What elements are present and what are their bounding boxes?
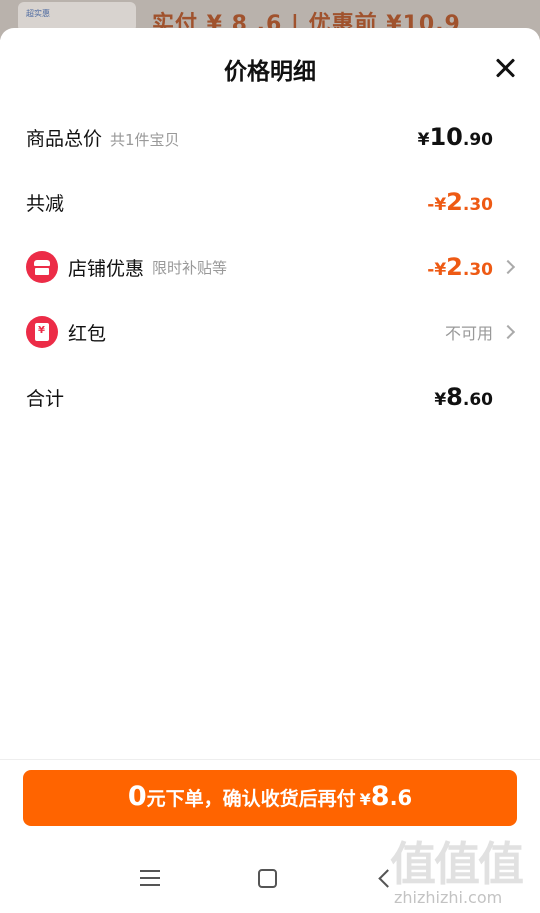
red-packet-label: 红包 — [68, 322, 107, 345]
order-button-zero: 0 — [127, 781, 147, 812]
order-button-yen: ¥ — [359, 790, 371, 809]
total-price-yen: ¥ — [417, 130, 430, 150]
total-price-int: 10 — [429, 123, 463, 151]
total-price: ¥10.90 — [418, 123, 493, 151]
sum-price-dec: .60 — [462, 390, 493, 410]
shop-promo-int: 2 — [446, 253, 463, 281]
footer-divider — [0, 759, 540, 760]
total-label: 商品总价 — [26, 127, 103, 150]
sum-price-int: 8 — [446, 383, 463, 411]
red-packet-label-group: 红包 — [26, 316, 106, 348]
shop-icon — [26, 251, 58, 283]
shop-promo-sub: 限时补贴等 — [152, 258, 228, 277]
red-packet-icon — [26, 316, 58, 348]
chevron-right-icon[interactable] — [500, 324, 516, 340]
discount-label: 共减 — [26, 192, 65, 215]
shop-promo-prefix: -¥ — [427, 260, 447, 280]
red-packet-status: 不可用 — [444, 324, 493, 343]
sum-label: 合计 — [26, 387, 65, 410]
discount-price-dec: .30 — [462, 195, 493, 215]
thumbnail-text: 超实惠 — [26, 9, 50, 18]
shop-promo-dec: .30 — [462, 260, 493, 280]
sum-price: ¥8.60 — [434, 383, 493, 411]
total-count: 共1件宝贝 — [110, 130, 180, 149]
sum-price-yen: ¥ — [434, 390, 447, 410]
close-icon[interactable] — [492, 56, 518, 82]
discount-price-prefix: -¥ — [427, 195, 447, 215]
row-shop-promo[interactable]: 店铺优惠 限时补贴等 -¥ 2.30 — [0, 247, 540, 287]
shop-promo-label-group: 店铺优惠 限时补贴等 — [26, 251, 227, 283]
back-icon[interactable] — [378, 869, 397, 888]
system-nav-bar — [0, 858, 540, 913]
discount-price: -¥ 2.30 — [427, 188, 493, 216]
price-detail-sheet: 价格明细 商品总价 共1件宝贝 ¥10.90 共减 -¥ 2.30 店铺优惠 限时补… — [0, 28, 540, 913]
total-label-group: 商品总价 共1件宝贝 — [26, 124, 180, 151]
discount-price-int: 2 — [446, 188, 463, 216]
chevron-right-icon[interactable] — [500, 259, 516, 275]
shop-promo-label: 店铺优惠 — [68, 257, 145, 280]
row-sum: 合计 ¥8.60 — [0, 377, 540, 417]
menu-icon[interactable] — [140, 870, 160, 888]
row-discount: 共减 -¥ 2.30 — [0, 182, 540, 222]
row-red-packet[interactable]: 红包 不可用 — [0, 312, 540, 352]
total-price-dec: .90 — [462, 130, 493, 150]
home-icon[interactable] — [258, 869, 277, 888]
order-button-text: 元下单，确认收货后再付 — [146, 788, 356, 810]
order-button[interactable]: 0 元下单，确认收货后再付 ¥ 8 .6 — [23, 770, 517, 826]
order-button-int: 8 — [370, 781, 390, 812]
shop-promo-price: -¥ 2.30 — [427, 253, 493, 281]
row-total: 商品总价 共1件宝贝 ¥10.90 — [0, 117, 540, 157]
order-button-dec: .6 — [389, 786, 413, 810]
sheet-title: 价格明细 — [224, 59, 316, 85]
